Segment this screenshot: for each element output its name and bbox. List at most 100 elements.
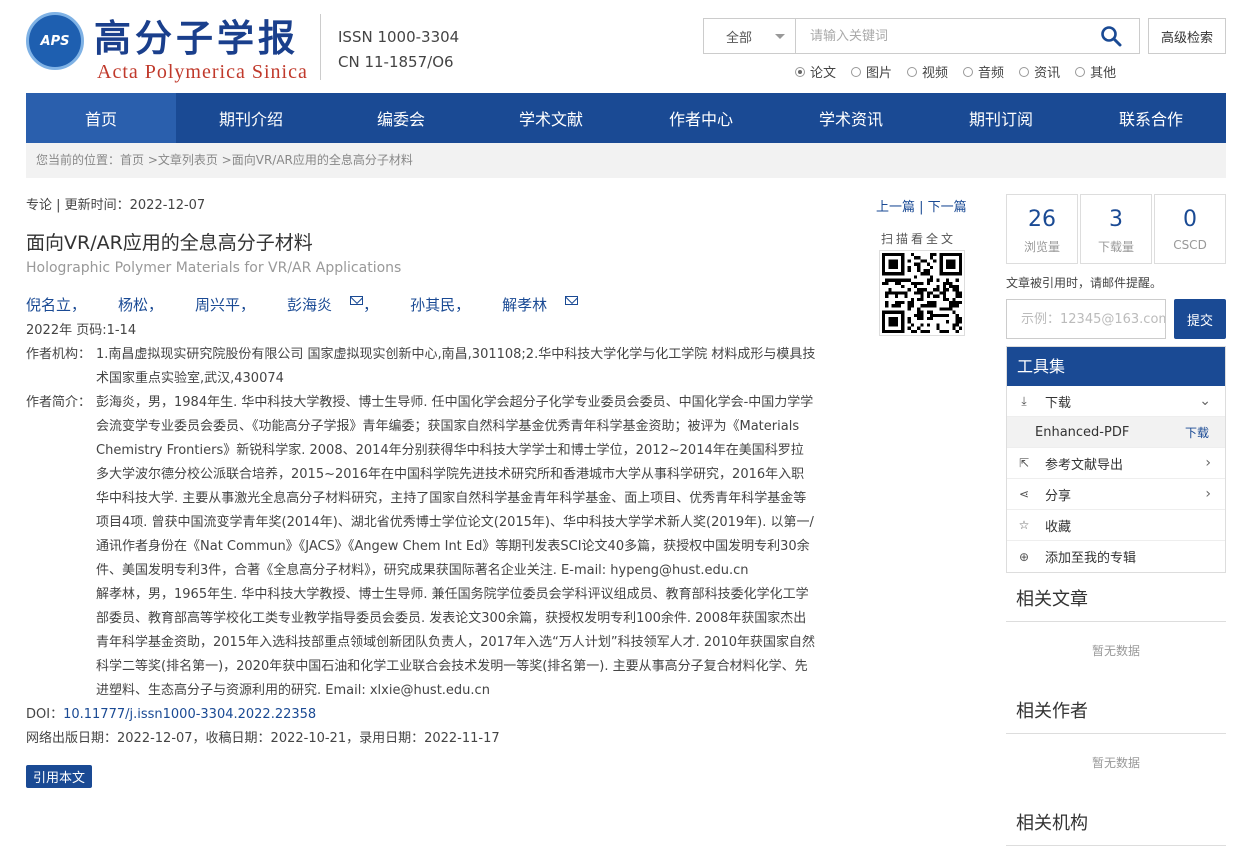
qr-code [879, 250, 965, 336]
qr-code-image [882, 253, 962, 333]
publish-dates: 网络出版日期：2022-12-07，收稿日期：2022-10-21，录用日期：2… [26, 731, 500, 746]
radio-video[interactable]: 视频 [907, 62, 948, 81]
cite-alert-form: 提交 [1006, 299, 1226, 339]
download-icon: ⤓ [1021, 393, 1027, 408]
journal-title-cn: 高分子学报 [94, 16, 299, 60]
related-articles-title: 相关文章 [1006, 573, 1226, 622]
nav-academic-news[interactable]: 学术资讯 [776, 93, 926, 143]
toolset-title: 工具集 [1007, 347, 1225, 386]
related-articles-section: 相关文章 暂无数据 [1006, 573, 1226, 685]
next-article-link[interactable]: 下一篇 [928, 200, 967, 215]
author-link[interactable]: 孙其民， [410, 294, 486, 315]
stat-cscd: 0 CSCD [1154, 194, 1226, 264]
no-data-text: 暂无数据 [1091, 756, 1140, 770]
no-data-text: 暂无数据 [1091, 644, 1140, 658]
share-item[interactable]: ⋖ 分享 › [1007, 479, 1225, 510]
share-icon: ⋖ [1018, 487, 1030, 501]
breadcrumb: 您当前的位置：首页 >文章列表页 >面向VR/AR应用的全息高分子材料 [26, 143, 1226, 178]
nav-editorial-board[interactable]: 编委会 [326, 93, 476, 143]
search-icon [1101, 26, 1122, 47]
radio-image[interactable]: 图片 [851, 62, 892, 81]
cite-button[interactable]: 引用本文 [26, 765, 93, 788]
chevron-down-icon: ⌄ [1199, 393, 1211, 409]
submit-button[interactable]: 提交 [1174, 299, 1226, 339]
related-orgs-section: 相关机构 [1006, 797, 1226, 846]
bio-text: 彭海炎，男，1984年生. 华中科技大学教授、博士生导师. 任中国化学会超分子化… [96, 391, 816, 703]
prev-article-link[interactable]: 上一篇 [876, 200, 915, 215]
related-orgs-title: 相关机构 [1006, 797, 1226, 846]
radio-circle [907, 66, 918, 77]
radio-news[interactable]: 资讯 [1019, 62, 1060, 81]
article-title: 面向VR/AR应用的全息高分子材料 [26, 232, 313, 254]
author-link[interactable]: 彭海炎， [287, 294, 394, 315]
radio-circle [795, 66, 805, 77]
stat-views: 26 浏览量 [1006, 194, 1078, 264]
search-button[interactable] [1083, 19, 1139, 53]
radio-other[interactable]: 其他 [1075, 62, 1116, 81]
author-list: 倪名立， 杨松， 周兴平， 彭海炎， 孙其民， 解孝林 [26, 294, 816, 315]
related-authors-section: 相关作者 暂无数据 [1006, 685, 1226, 797]
header-divider [320, 14, 321, 80]
bio-label: 作者简介： [26, 395, 92, 410]
stats-row: 26 浏览量 3 下载量 0 CSCD [1006, 194, 1226, 264]
mail-icon[interactable] [565, 296, 579, 305]
cite-alert-tip: 文章被引用时，请邮件提醒。 [1006, 276, 1163, 290]
search-scope-select[interactable]: 全部 [704, 19, 796, 53]
article-title-en: Holographic Polymer Materials for VR/AR … [26, 260, 402, 276]
advanced-search-button[interactable]: 高级检索 [1148, 18, 1226, 54]
export-references-item[interactable]: ⇱ 参考文献导出 › [1007, 448, 1225, 479]
stat-downloads: 3 下载量 [1080, 194, 1152, 264]
article-main: 专论 | 更新时间：2022-12-07 面向VR/AR应用的全息高分子材料 H… [26, 194, 816, 788]
nav-author-center[interactable]: 作者中心 [626, 93, 776, 143]
affiliation-text: 1.南昌虚拟现实研究院股份有限公司 国家虚拟现实创新中心,南昌,301108;2… [96, 347, 816, 386]
author-link[interactable]: 杨松， [118, 294, 179, 315]
radio-circle [851, 66, 862, 77]
bio-xie: 解孝林，男，1965年生. 华中科技大学教授、博士生导师. 兼任国务院学位委员会… [96, 587, 815, 698]
chevron-down-icon [775, 34, 785, 39]
radio-audio[interactable]: 音频 [963, 62, 1004, 81]
journal-codes: ISSN 1000-3304 CN 11-1857/O6 [338, 25, 459, 75]
enhanced-pdf-download-link[interactable]: 下载 [1185, 424, 1209, 441]
related-authors-title: 相关作者 [1006, 685, 1226, 734]
prev-next: 上一篇 | 下一篇 [876, 200, 967, 215]
add-circle-icon: ⊕ [1018, 549, 1030, 564]
bio-peng: 彭海炎，男，1984年生. 华中科技大学教授、博士生导师. 任中国化学会超分子化… [96, 395, 814, 578]
search-type-group: 论文 图片 视频 音频 资讯 其他 [795, 62, 1131, 81]
star-icon: ☆ [1018, 518, 1030, 532]
issn-text: ISSN 1000-3304 [338, 28, 460, 46]
toolset-panel: 工具集 ⤓ 下载 ⌄ Enhanced-PDF 下载 ⇱ 参考文献导出 › ⋖ 分享 › ☆ 收… [1006, 346, 1226, 573]
mail-icon[interactable] [350, 296, 364, 305]
cn-text: CN 11-1857/O6 [338, 53, 454, 71]
nav-home[interactable]: 首页 [26, 93, 176, 143]
search-bar: 全部 [703, 18, 1140, 54]
author-link[interactable]: 倪名立， [26, 294, 102, 315]
nav-journal-intro[interactable]: 期刊介绍 [176, 93, 326, 143]
author-link[interactable]: 周兴平， [195, 294, 271, 315]
search-input[interactable] [796, 19, 1083, 53]
doi-row: DOI：10.11777/j.issn1000-3304.2022.22358 [26, 707, 317, 722]
article-meta: 专论 | 更新时间：2022-12-07 [26, 198, 206, 213]
journal-logo[interactable]: APS [26, 12, 84, 70]
chevron-right-icon: › [1205, 455, 1211, 471]
add-special-item[interactable]: ⊕ 添加至我的专辑 [1007, 541, 1225, 572]
journal-title-en: Acta Polymerica Sinica [97, 61, 308, 83]
qr-label: 扫描看全文 [881, 232, 957, 246]
year-pages: 2022年 页码:1-14 [26, 323, 137, 338]
download-item[interactable]: ⤓ 下载 ⌄ [1007, 386, 1225, 417]
alert-email-input[interactable] [1006, 299, 1166, 339]
doi-link[interactable]: 10.11777/j.issn1000-3304.2022.22358 [63, 707, 316, 722]
search-scope-value: 全部 [726, 30, 753, 46]
sidebar: 26浏览量 3下载量 0CSCD 文章被引用时，请邮件提醒。 提交 工具集 ⤓下… [1006, 194, 1226, 846]
nav-subscription[interactable]: 期刊订阅 [926, 93, 1076, 143]
nav-literature[interactable]: 学术文献 [476, 93, 626, 143]
chevron-right-icon: › [1205, 486, 1211, 502]
affiliation-row: 作者机构： 1.南昌虚拟现实研究院股份有限公司 国家虚拟现实创新中心,南昌,30… [26, 343, 816, 391]
author-link[interactable]: 解孝林 [502, 294, 579, 315]
radio-paper[interactable]: 论文 [795, 62, 836, 81]
affiliation-label: 作者机构： [26, 347, 92, 362]
collect-item[interactable]: ☆ 收藏 [1007, 510, 1225, 541]
site-header: APS 高分子学报 Acta Polymerica Sinica ISSN 10… [0, 0, 1255, 93]
nav-contact[interactable]: 联系合作 [1076, 93, 1226, 143]
bio-row: 作者简介： 彭海炎，男，1984年生. 华中科技大学教授、博士生导师. 任中国化… [26, 391, 816, 703]
radio-circle [963, 66, 974, 77]
